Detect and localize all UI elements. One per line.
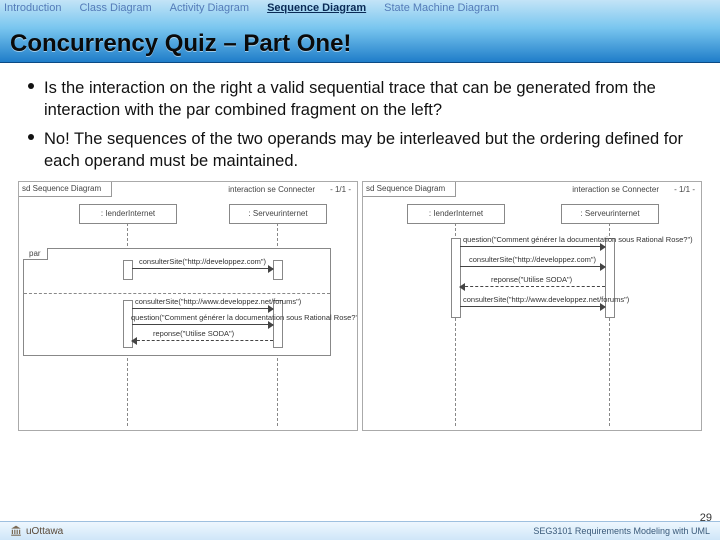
sd-left-lifeline-a: : IenderInternet	[79, 204, 177, 224]
nav-class[interactable]: Class Diagram	[79, 2, 151, 14]
slide-title: Concurrency Quiz – Part One!	[10, 30, 351, 58]
footer-bar: uOttawa SEG3101 Requirements Modeling wi…	[0, 521, 720, 540]
act-a1	[123, 260, 133, 280]
sd-right-header: interaction se Connecter	[572, 185, 659, 194]
sd-right-frame: sd Sequence Diagram	[362, 181, 456, 197]
arrow-l-1	[132, 268, 273, 269]
msg-l-3: question("Comment générer la documentati…	[131, 313, 358, 322]
arrow-r-2	[460, 266, 605, 267]
sd-right-lifeline-b: : Serveurinternet	[561, 204, 659, 224]
arrow-l-3	[132, 324, 273, 325]
arrow-l-4	[132, 340, 273, 341]
par-separator	[24, 293, 330, 294]
org-logo: uOttawa	[10, 525, 63, 537]
building-icon	[10, 525, 22, 537]
sd-left-header: interaction se Connecter	[228, 185, 315, 194]
act-b1	[273, 260, 283, 280]
msg-r-4: consulterSite("http://www.developpez.net…	[463, 295, 629, 304]
arrow-l-2	[132, 308, 273, 309]
nav-intro[interactable]: Introduction	[4, 2, 61, 14]
par-label: par	[23, 248, 48, 260]
arrow-r-1	[460, 246, 605, 247]
sd-right-suffix: - 1/1 -	[674, 185, 695, 194]
footer-course: SEG3101 Requirements Modeling with UML	[533, 526, 710, 536]
sd-left-lifeline-b: : Serveurinternet	[229, 204, 327, 224]
bullet-2: No! The sequences of the two operands ma…	[28, 128, 700, 173]
msg-r-2: consulterSite("http://developpez.com")	[469, 255, 596, 264]
msg-l-1: consulterSite("http://developpez.com")	[139, 257, 266, 266]
nav-tabs: Introduction Class Diagram Activity Diag…	[0, 0, 720, 16]
msg-r-1: question("Comment générer la documentati…	[463, 235, 693, 244]
arrow-r-3	[460, 286, 605, 287]
slide-body: Is the interaction on the right a valid …	[0, 63, 720, 172]
act-b2	[273, 300, 283, 348]
nav-activity[interactable]: Activity Diagram	[170, 2, 249, 14]
act-r-b	[605, 238, 615, 318]
msg-l-2: consulterSite("http://www.developpez.net…	[135, 297, 301, 306]
bullet-1: Is the interaction on the right a valid …	[28, 77, 700, 122]
msg-l-4: reponse("Utilise SODA")	[153, 329, 234, 338]
bullet-1-text: Is the interaction on the right a valid …	[44, 79, 656, 119]
bullet-2-text: No! The sequences of the two operands ma…	[44, 130, 683, 170]
header-banner: Introduction Class Diagram Activity Diag…	[0, 0, 720, 63]
nav-sequence[interactable]: Sequence Diagram	[267, 2, 366, 14]
sd-right-lifeline-a: : IenderInternet	[407, 204, 505, 224]
sd-left-suffix: - 1/1 -	[330, 185, 351, 194]
org-name: uOttawa	[26, 526, 63, 537]
msg-r-3: reponse("Utilise SODA")	[491, 275, 572, 284]
diagram-row: sd Sequence Diagram interaction se Conne…	[0, 178, 720, 431]
arrow-r-4	[460, 306, 605, 307]
sequence-diagram-left: sd Sequence Diagram interaction se Conne…	[18, 181, 358, 431]
sd-left-frame: sd Sequence Diagram	[18, 181, 112, 197]
sequence-diagram-right: sd Sequence Diagram interaction se Conne…	[362, 181, 702, 431]
nav-statemachine[interactable]: State Machine Diagram	[384, 2, 499, 14]
